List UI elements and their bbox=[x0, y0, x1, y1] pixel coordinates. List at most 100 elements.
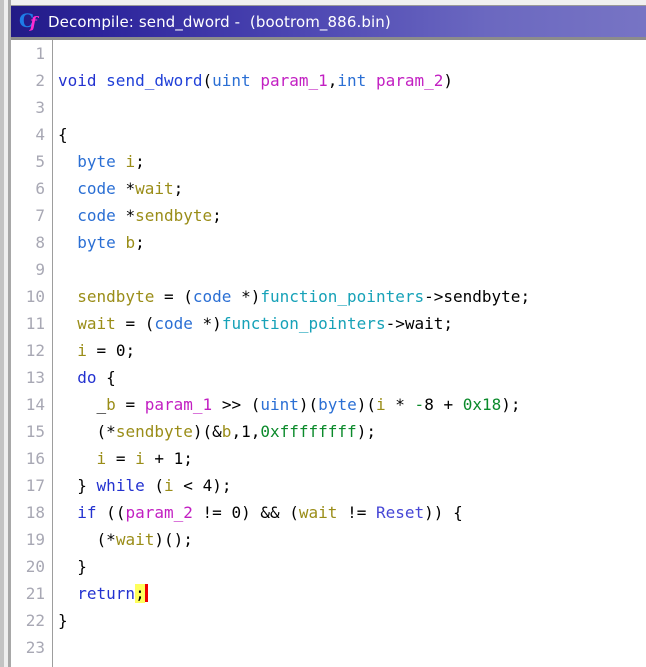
code-line[interactable]: 19 (*wait)(); bbox=[11, 526, 646, 553]
code-line-text[interactable]: (*sendbyte)(&b,1,0xffffffff); bbox=[58, 418, 376, 445]
line-number: 9 bbox=[35, 260, 45, 279]
code-line-text[interactable]: i = i + 1; bbox=[58, 445, 193, 472]
code-token: ( bbox=[163, 530, 174, 549]
code-token: i bbox=[125, 152, 136, 171]
code-token: ; bbox=[212, 206, 222, 225]
code-line-text[interactable]: } bbox=[58, 607, 68, 634]
code-line[interactable]: 6 code *wait; bbox=[11, 175, 646, 202]
text-caret bbox=[144, 584, 148, 602]
highlighted-token: ; bbox=[135, 584, 145, 603]
code-line[interactable]: 14 _b = param_1 >> (uint)(byte)(i * -8 +… bbox=[11, 391, 646, 418]
code-line[interactable]: 22} bbox=[11, 607, 646, 634]
code-token: - bbox=[414, 395, 425, 414]
code-token: b bbox=[221, 422, 232, 441]
code-line-text[interactable]: sendbyte = (code *)function_pointers->se… bbox=[58, 283, 530, 310]
code-line[interactable]: 12 i = 0; bbox=[11, 337, 646, 364]
code-token: i bbox=[164, 476, 174, 495]
code-token: wait bbox=[77, 314, 116, 333]
code-token: ; bbox=[510, 395, 521, 414]
code-line-text[interactable]: byte b; bbox=[58, 229, 145, 256]
code-token: * bbox=[125, 206, 136, 225]
code-token: function_pointers bbox=[221, 314, 386, 333]
code-line-text[interactable]: } while (i < 4); bbox=[58, 472, 231, 499]
code-line-text[interactable]: void send_dword(uint param_1,int param_2… bbox=[58, 67, 453, 94]
code-line[interactable]: 5 byte i; bbox=[11, 148, 646, 175]
code-token: >> bbox=[221, 395, 242, 414]
code-token: 0 bbox=[231, 503, 242, 522]
code-token: sendbyte bbox=[115, 422, 193, 441]
code-line[interactable]: 21 return; bbox=[11, 580, 646, 607]
code-token: code bbox=[192, 287, 232, 306]
code-line-text[interactable]: wait = (code *)function_pointers->wait; bbox=[58, 310, 453, 337]
code-line[interactable]: 18 if ((param_2 != 0) && (wait != Reset)… bbox=[11, 499, 646, 526]
code-token: * bbox=[106, 530, 116, 549]
code-line[interactable]: 1 bbox=[11, 40, 646, 67]
code-line-text[interactable]: } bbox=[58, 553, 87, 580]
code-line-text[interactable]: (*wait)(); bbox=[58, 526, 193, 553]
code-line[interactable]: 7 code *sendbyte; bbox=[11, 202, 646, 229]
code-token: * bbox=[241, 287, 251, 306]
code-line-text[interactable]: { bbox=[58, 121, 68, 148]
code-token: = bbox=[163, 287, 174, 306]
decompiler-c-function-icon: Cf bbox=[19, 9, 37, 32]
line-number: 16 bbox=[25, 449, 45, 468]
code-line[interactable]: 23 bbox=[11, 634, 646, 661]
code-token: ( bbox=[96, 422, 107, 441]
code-token: sendbyte bbox=[135, 206, 213, 225]
code-token: ) bbox=[424, 503, 434, 522]
code-token: ) bbox=[433, 503, 444, 522]
code-line[interactable]: 20 } bbox=[11, 553, 646, 580]
code-token: ) bbox=[356, 395, 367, 414]
code-token: wait bbox=[404, 314, 444, 333]
code-line[interactable]: 3 bbox=[11, 94, 646, 121]
code-line-text[interactable]: code *wait; bbox=[58, 175, 183, 202]
code-line[interactable]: 11 wait = (code *)function_pointers->wai… bbox=[11, 310, 646, 337]
line-number: 18 bbox=[25, 503, 45, 522]
line-number: 20 bbox=[25, 557, 45, 576]
code-token: ( bbox=[96, 530, 107, 549]
title-bar[interactable]: Cf Decompile: send_dword - (bootrom_886.… bbox=[11, 6, 646, 37]
code-token: ( bbox=[144, 314, 155, 333]
code-line-text[interactable]: if ((param_2 != 0) && (wait != Reset)) { bbox=[58, 499, 462, 526]
code-line[interactable]: 17 } while (i < 4); bbox=[11, 472, 646, 499]
code-line[interactable]: 13 do { bbox=[11, 364, 646, 391]
code-token: param_2 bbox=[125, 503, 193, 522]
code-token: = bbox=[125, 314, 136, 333]
code-line-text[interactable]: i = 0; bbox=[58, 337, 135, 364]
code-line[interactable]: 9 bbox=[11, 256, 646, 283]
code-lines-container[interactable]: 1 2 void send_dword(uint param_1,int param… bbox=[11, 40, 646, 661]
code-line[interactable]: 10 sendbyte = (code *)function_pointers-… bbox=[11, 283, 646, 310]
code-token: } bbox=[77, 557, 87, 576]
line-number: 17 bbox=[25, 476, 45, 495]
code-token: sendbyte bbox=[443, 287, 521, 306]
code-line-text[interactable]: _b = param_1 >> (uint)(byte)(i * -8 + 0x… bbox=[58, 391, 521, 418]
decompiled-code-panel[interactable]: 1 2 void send_dword(uint param_1,int param… bbox=[11, 40, 646, 667]
code-line-text[interactable]: do { bbox=[58, 364, 116, 391]
code-token: 8 bbox=[424, 395, 434, 414]
code-token: wait bbox=[298, 503, 338, 522]
code-line-text[interactable]: return; bbox=[58, 580, 148, 607]
code-line[interactable]: 8 byte b; bbox=[11, 229, 646, 256]
code-line[interactable]: 2 void send_dword(uint param_1,int param_… bbox=[11, 67, 646, 94]
code-line[interactable]: 4{ bbox=[11, 121, 646, 148]
code-line[interactable]: 16 i = i + 1; bbox=[11, 445, 646, 472]
code-token: byte bbox=[77, 233, 116, 252]
code-token: wait bbox=[135, 179, 174, 198]
code-token: ; bbox=[135, 233, 145, 252]
code-line[interactable]: 15 (*sendbyte)(&b,1,0xffffffff); bbox=[11, 418, 646, 445]
code-line-text[interactable]: byte i; bbox=[58, 148, 144, 175]
code-line-text[interactable]: code *sendbyte; bbox=[58, 202, 222, 229]
code-token: != bbox=[202, 503, 222, 522]
